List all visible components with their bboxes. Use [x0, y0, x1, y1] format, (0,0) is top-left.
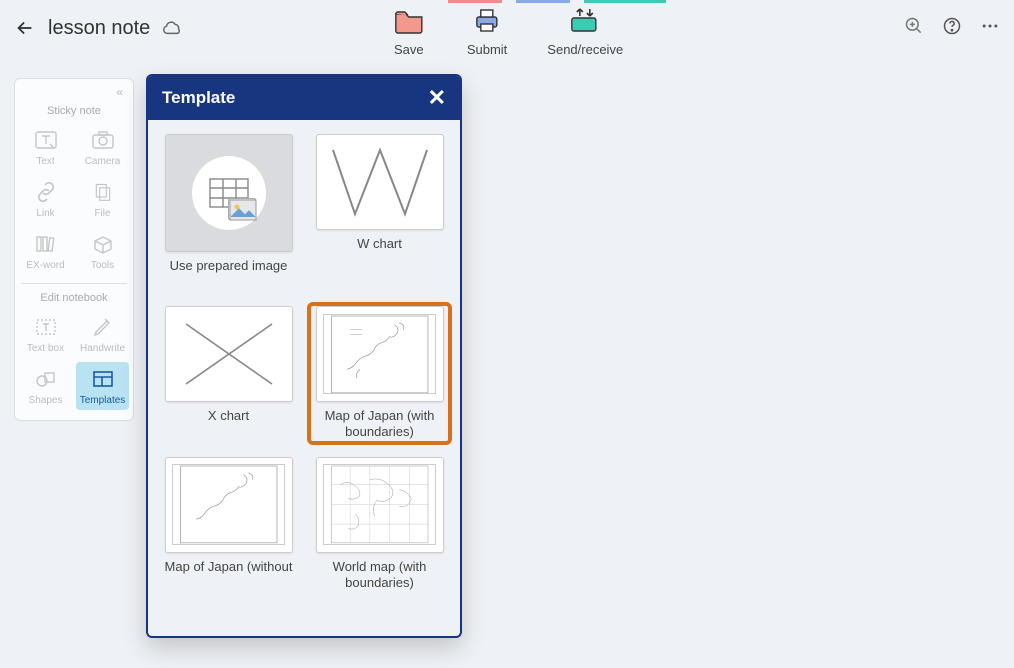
link-icon [33, 179, 59, 205]
sidebar-item-tools[interactable]: Tools [76, 227, 129, 275]
sidebar-collapse-icon[interactable]: « [19, 85, 129, 101]
sidebar-item-text[interactable]: Text [19, 123, 72, 171]
template-card-japan-boundaries[interactable]: Map of Japan (with boundaries) [309, 304, 450, 443]
sidebar-grid-edit: Text box Handwrite Shapes Templates [19, 310, 129, 410]
templates-icon [90, 366, 116, 392]
template-card-world-boundaries[interactable]: World map (with boundaries) [309, 455, 450, 594]
sidebar-item-templates[interactable]: Templates [76, 362, 129, 410]
template-thumb-world [316, 457, 444, 553]
close-icon[interactable]: ✕ [428, 87, 446, 109]
sidebar-item-shapes[interactable]: Shapes [19, 362, 72, 410]
page-title: lesson note [48, 17, 150, 40]
shapes-icon [33, 366, 59, 392]
template-label: W chart [357, 236, 402, 268]
sidebar-item-handwrite[interactable]: Handwrite [76, 310, 129, 358]
sidebar-grid-sticky: Text Camera Link File EX-word Tools [19, 123, 129, 275]
template-card-x-chart[interactable]: X chart [158, 304, 299, 443]
cloud-sync-icon[interactable] [162, 17, 184, 39]
template-label: X chart [208, 408, 249, 440]
header-left: lesson note [14, 17, 184, 40]
help-icon[interactable] [942, 16, 962, 41]
submit-button[interactable]: Submit [467, 4, 507, 57]
sidebar-item-link[interactable]: Link [19, 175, 72, 223]
sidebar-section-edit: Edit notebook [19, 292, 129, 304]
template-panel-title: Template [162, 88, 235, 108]
app-header: lesson note Save Submit Send/receive [0, 0, 1014, 56]
sidebar-section-sticky: Sticky note [19, 105, 129, 117]
template-panel-body[interactable]: Use prepared image W chart X chart [148, 120, 460, 636]
sidebar-divider [21, 283, 127, 284]
tool-sidebar: « Sticky note Text Camera Link File EX-w… [14, 78, 134, 421]
pen-icon [90, 314, 116, 340]
template-label: Use prepared image [170, 258, 288, 290]
template-label: Map of Japan (without [165, 559, 293, 591]
template-thumb-japan-b [316, 306, 444, 402]
zoom-icon[interactable] [904, 16, 924, 41]
image-badge-icon [228, 198, 256, 220]
sidebar-item-camera[interactable]: Camera [76, 123, 129, 171]
sidebar-item-file[interactable]: File [76, 175, 129, 223]
header-right [904, 16, 1000, 41]
back-arrow-icon[interactable] [14, 17, 36, 39]
template-card-w-chart[interactable]: W chart [309, 132, 450, 292]
printer-icon [469, 4, 505, 36]
box-icon [90, 231, 116, 257]
sidebar-item-textbox[interactable]: Text box [19, 310, 72, 358]
sendreceive-button[interactable]: Send/receive [547, 4, 623, 57]
template-panel: Template ✕ Use prepared image W chart [146, 74, 462, 638]
sidebar-item-exword[interactable]: EX-word [19, 227, 72, 275]
more-icon[interactable] [980, 16, 1000, 41]
file-icon [90, 179, 116, 205]
template-label: Map of Japan (with boundaries) [311, 408, 448, 441]
transfer-icon [567, 4, 603, 36]
camera-icon [90, 127, 116, 153]
template-thumb-w [316, 134, 444, 230]
save-label: Save [394, 42, 424, 57]
template-panel-header: Template ✕ [148, 76, 460, 120]
template-card-japan-noboundaries[interactable]: Map of Japan (without [158, 455, 299, 594]
template-card-prepared-image[interactable]: Use prepared image [158, 132, 299, 292]
sendreceive-label: Send/receive [547, 42, 623, 57]
template-thumb-japan-nb [165, 457, 293, 553]
template-thumb-x [165, 306, 293, 402]
submit-label: Submit [467, 42, 507, 57]
header-center-actions: Save Submit Send/receive [391, 4, 623, 57]
template-thumb-prepared [165, 134, 293, 252]
folder-icon [391, 4, 427, 36]
books-icon [33, 231, 59, 257]
save-button[interactable]: Save [391, 4, 427, 57]
textbox-icon [33, 314, 59, 340]
text-icon [33, 127, 59, 153]
template-label: World map (with boundaries) [311, 559, 448, 592]
